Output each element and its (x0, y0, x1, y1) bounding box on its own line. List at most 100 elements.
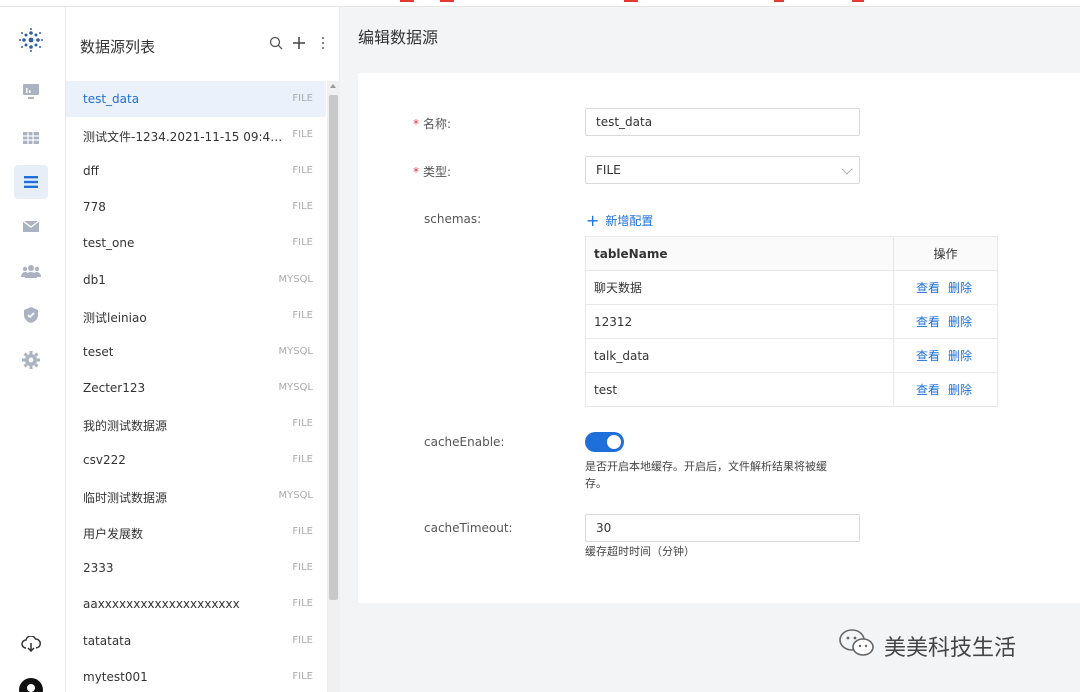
cache-timeout-input[interactable] (585, 514, 860, 542)
shield-icon[interactable] (14, 298, 48, 332)
datasource-items: test_data FILE 测试文件-1234.2021-11-15 09:46:… (66, 81, 326, 692)
name-label: * 名称: (413, 117, 452, 131)
datasource-list-title: 数据源列表 (80, 38, 156, 56)
search-icon[interactable] (267, 33, 285, 53)
datasource-item-type: MYSQL (278, 490, 313, 502)
type-label: * 类型: (413, 165, 452, 179)
list-icon[interactable] (14, 165, 48, 199)
datasource-item-name: test_data (83, 92, 140, 106)
list-scrollbar[interactable] (327, 81, 340, 692)
datasource-item-type: FILE (292, 129, 313, 141)
datasource-item-name: teset (83, 344, 114, 359)
table-row: 12312 查看 删除 (585, 304, 998, 339)
datasource-item[interactable]: teset MYSQL (66, 334, 326, 370)
icon-rail (0, 7, 66, 692)
view-link[interactable]: 查看 (916, 349, 940, 363)
view-link[interactable]: 查看 (916, 281, 940, 295)
datasource-item-name: aaxxxxxxxxxxxxxxxxxxxx (83, 597, 240, 612)
monitor-icon[interactable] (14, 75, 48, 109)
datasource-item[interactable]: tatatata FILE (66, 623, 326, 659)
table-grid-icon[interactable] (14, 121, 48, 155)
type-select[interactable]: FILE (585, 156, 860, 184)
datasource-item-type: FILE (292, 634, 313, 646)
logo-icon[interactable] (14, 23, 48, 57)
datasource-list-header: 数据源列表 (66, 7, 340, 81)
table-header-row: tableName 操作 (585, 236, 998, 271)
datasource-item-name: Zecter123 (83, 380, 146, 395)
table-name-cell: test (585, 372, 894, 407)
type-select-value: FILE (596, 163, 621, 177)
cache-enable-toggle[interactable] (585, 432, 624, 452)
datasource-item[interactable]: dff FILE (66, 153, 326, 189)
gear-icon[interactable] (14, 343, 48, 377)
datasource-item[interactable]: mytest001 FILE (66, 659, 326, 692)
chevron-down-icon (841, 163, 853, 175)
datasource-item[interactable]: Zecter123 MYSQL (66, 370, 326, 406)
scrollbar-thumb[interactable] (329, 95, 338, 600)
datasource-item-type: FILE (292, 598, 313, 610)
users-icon[interactable] (14, 254, 48, 288)
col-header-tablename: tableName (585, 236, 894, 271)
datasource-item-type: FILE (292, 201, 313, 213)
delete-link[interactable]: 删除 (948, 315, 972, 329)
operation-cell: 查看 删除 (893, 304, 998, 339)
datasource-item-name: 我的测试数据源 (83, 418, 168, 433)
more-icon[interactable] (314, 33, 332, 53)
view-link[interactable]: 查看 (916, 315, 940, 329)
datasource-item[interactable]: 临时测试数据源 MYSQL (66, 478, 326, 514)
datasource-item[interactable]: 2333 FILE (66, 550, 326, 586)
datasource-item[interactable]: 用户发展数 FILE (66, 514, 326, 550)
cache-enable-hint: 是否开启本地缓存。开启后，文件解析结果将被缓 存。 (585, 460, 827, 490)
datasource-item-type: FILE (292, 93, 313, 104)
add-config-button[interactable]: + 新增配置 (586, 212, 653, 229)
datasource-item-type: FILE (292, 309, 313, 321)
table-name-cell: 12312 (585, 304, 894, 339)
datasource-item[interactable]: test_data FILE (66, 81, 326, 117)
datasource-item-name: 临时测试数据源 (83, 491, 168, 506)
datasource-item[interactable]: 我的测试数据源 FILE (66, 406, 326, 442)
scroll-up-icon[interactable] (330, 84, 336, 88)
datasource-item[interactable]: 测试文件-1234.2021-11-15 09:46:... FILE (66, 117, 326, 153)
user-avatar-icon[interactable] (14, 673, 48, 692)
datasource-item-type: MYSQL (278, 381, 313, 393)
cloud-download-icon[interactable] (14, 627, 48, 661)
datasource-item-name: 2333 (83, 561, 114, 576)
datasource-item-name: mytest001 (83, 669, 148, 684)
delete-link[interactable]: 删除 (948, 383, 972, 397)
mail-icon[interactable] (14, 209, 48, 243)
schemas-table: tableName 操作 聊天数据 查看 删除 12312 查看 删除 talk_data 查… (585, 236, 998, 407)
datasource-item-type: FILE (292, 454, 313, 465)
table-row: 聊天数据 查看 删除 (585, 270, 998, 305)
table-row: test 查看 删除 (585, 372, 998, 407)
datasource-item-name: dff (83, 164, 99, 179)
datasource-item[interactable]: 778 FILE (66, 189, 326, 225)
edit-form-panel: *名称: *类型: FILE schemas: + 新增配置 tableName… (358, 73, 1080, 603)
datasource-list-panel: 数据源列表 test_data FILE 测试文件-1234.2021-11-15 … (66, 7, 340, 692)
watermark: 美美科技生活 (838, 628, 1016, 664)
datasource-item-type: FILE (292, 165, 313, 177)
datasource-item[interactable]: 测试leiniao FILE (66, 298, 326, 334)
datasource-item[interactable]: csv222 FILE (66, 442, 326, 478)
cache-enable-label: cacheEnable: (424, 435, 505, 449)
datasource-item[interactable]: test_one FILE (66, 225, 326, 261)
toggle-knob (607, 435, 621, 449)
delete-link[interactable]: 删除 (948, 281, 972, 295)
operation-cell: 查看 删除 (893, 270, 998, 305)
datasource-item-type: MYSQL (278, 345, 313, 357)
operation-cell: 查看 删除 (893, 338, 998, 373)
datasource-item[interactable]: aaxxxxxxxxxxxxxxxxxxxx FILE (66, 586, 326, 622)
view-link[interactable]: 查看 (916, 383, 940, 397)
datasource-item-type: FILE (292, 562, 313, 574)
datasource-item-name: test_one (83, 236, 135, 251)
table-name-cell: talk_data (585, 338, 894, 373)
datasource-item-type: FILE (292, 417, 313, 429)
name-input[interactable] (585, 108, 860, 136)
datasource-item[interactable]: db1 MYSQL (66, 262, 326, 298)
add-icon[interactable] (290, 33, 308, 53)
table-row: talk_data 查看 删除 (585, 338, 998, 373)
col-header-operation: 操作 (893, 236, 998, 271)
delete-link[interactable]: 删除 (948, 349, 972, 363)
plus-icon: + (586, 210, 600, 230)
page-title: 编辑数据源 (358, 28, 439, 47)
datasource-item-name: 测试文件-1234.2021-11-15 09:46:... (83, 130, 283, 145)
